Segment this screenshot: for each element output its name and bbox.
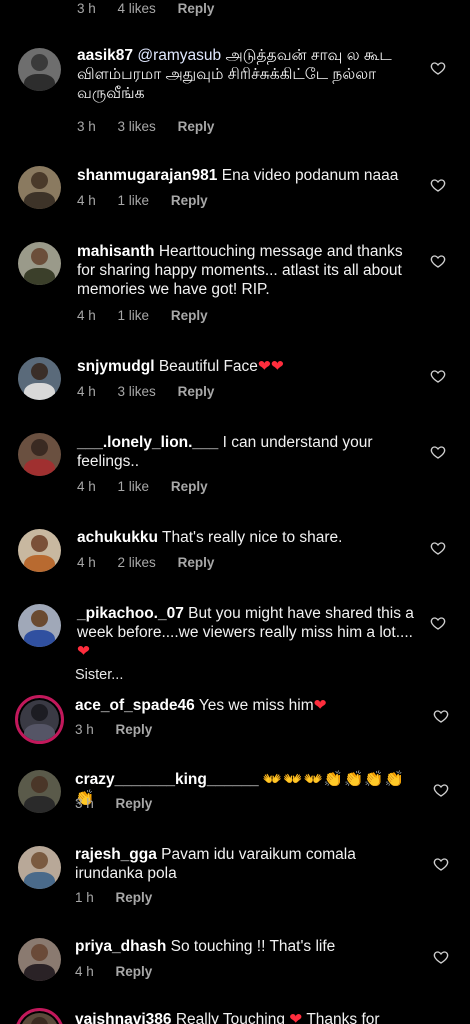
- see-more-translation[interactable]: Sister...: [75, 666, 420, 685]
- comment-time: 3 h: [77, 1, 96, 16]
- comment-likes[interactable]: 1 like: [118, 308, 150, 323]
- like-heart-icon[interactable]: [430, 615, 446, 631]
- like-heart-icon[interactable]: [433, 782, 449, 798]
- reply-button[interactable]: Reply: [116, 796, 153, 811]
- comment-time: 3 h: [75, 722, 94, 737]
- comment-meta: 4 h 2 likes Reply: [77, 555, 232, 570]
- comment-username[interactable]: ___.lonely_lion.___: [77, 434, 218, 451]
- comment-username[interactable]: shanmugarajan981: [77, 167, 217, 184]
- comment-text: achukukku That's really nice to share.: [77, 528, 422, 547]
- comment-meta: 4 h 1 like Reply: [77, 193, 226, 208]
- comment-text: _pikachoo._07 But you might have shared …: [77, 604, 422, 661]
- comment-time: 4 h: [77, 384, 96, 399]
- comment-likes[interactable]: 1 like: [118, 193, 150, 208]
- comment-body: That's really nice to share.: [162, 529, 343, 546]
- comment-meta: 4 h 1 like Reply: [77, 479, 226, 494]
- comment-body: So touching !! That's life: [170, 938, 336, 955]
- comment-body: Ena video podanum naaa: [221, 167, 399, 184]
- comment-meta: 3 h 3 likes Reply: [77, 119, 232, 134]
- reply-button[interactable]: Reply: [171, 479, 208, 494]
- reply-button[interactable]: Reply: [171, 308, 208, 323]
- comment-meta-top: 3 h 4 likes Reply: [77, 1, 232, 16]
- comment-meta: 3 h Reply: [75, 796, 170, 811]
- avatar[interactable]: [18, 357, 61, 400]
- comment-username[interactable]: priya_dhash: [75, 938, 166, 955]
- reply-button[interactable]: Reply: [178, 555, 215, 570]
- comment-username[interactable]: snjymudgl: [77, 358, 155, 375]
- comment-likes[interactable]: 3 likes: [118, 384, 156, 399]
- avatar[interactable]: [15, 695, 64, 744]
- avatar[interactable]: [15, 1008, 64, 1024]
- comment-text: ___.lonely_lion.___ I can understand you…: [77, 433, 422, 471]
- like-heart-icon[interactable]: [430, 253, 446, 269]
- comment-meta: 1 h Reply: [75, 890, 170, 905]
- like-heart-icon[interactable]: [430, 368, 446, 384]
- comment-meta: 4 h 1 like Reply: [77, 308, 226, 323]
- reply-button[interactable]: Reply: [116, 722, 153, 737]
- like-heart-icon[interactable]: [430, 177, 446, 193]
- reply-button[interactable]: Reply: [116, 964, 153, 979]
- avatar[interactable]: [18, 938, 61, 981]
- like-heart-icon[interactable]: [430, 60, 446, 76]
- comment-body-continued: Thanks for: [306, 1011, 380, 1024]
- avatar[interactable]: [18, 242, 61, 285]
- avatar[interactable]: [18, 770, 61, 813]
- comment-likes[interactable]: 3 likes: [118, 119, 156, 134]
- like-heart-icon[interactable]: [433, 708, 449, 724]
- avatar[interactable]: [18, 846, 61, 889]
- reply-button[interactable]: Reply: [178, 119, 215, 134]
- avatar[interactable]: [18, 529, 61, 572]
- comment-username[interactable]: aasik87: [77, 47, 133, 64]
- comment-body: Yes we miss him: [198, 697, 314, 714]
- comment-username[interactable]: achukukku: [77, 529, 158, 546]
- comment-username[interactable]: mahisanth: [77, 243, 155, 260]
- reply-button[interactable]: Reply: [171, 193, 208, 208]
- comment-text: priya_dhash So touching !! That's life: [75, 937, 420, 956]
- comment-body: Really Touching: [175, 1011, 285, 1024]
- comment-time: 4 h: [77, 479, 96, 494]
- reply-button[interactable]: Reply: [178, 384, 215, 399]
- comment-text: aasik87 @ramyasub அடுத்தவன் சாவு ல கூட வ…: [77, 46, 422, 103]
- like-heart-icon[interactable]: [430, 540, 446, 556]
- reply-button[interactable]: Reply: [116, 890, 153, 905]
- comment-likes[interactable]: 1 like: [118, 479, 150, 494]
- comment-meta: 3 h Reply: [75, 722, 170, 737]
- heart-emoji: ❤: [313, 697, 327, 714]
- reply-button[interactable]: Reply: [178, 1, 215, 16]
- comment-time: 4 h: [77, 555, 96, 570]
- comment-text: mahisanth Hearttouching message and than…: [77, 242, 422, 299]
- comment-time: 3 h: [77, 119, 96, 134]
- like-heart-icon[interactable]: [430, 444, 446, 460]
- avatar[interactable]: [18, 166, 61, 209]
- comment-username[interactable]: crazy_______king______: [75, 771, 259, 788]
- avatar[interactable]: [18, 48, 61, 91]
- comment-username[interactable]: rajesh_gga: [75, 846, 157, 863]
- comment-likes[interactable]: 2 likes: [118, 555, 156, 570]
- comment-time: 4 h: [77, 308, 96, 323]
- comment-username[interactable]: _pikachoo._07: [77, 605, 184, 622]
- heart-emoji: ❤❤: [257, 358, 284, 375]
- comment-likes[interactable]: 4 likes: [118, 1, 156, 16]
- avatar[interactable]: [18, 604, 61, 647]
- comment-meta: 4 h 3 likes Reply: [77, 384, 232, 399]
- comment-time: 1 h: [75, 890, 94, 905]
- comment-time: 4 h: [77, 193, 96, 208]
- avatar[interactable]: [18, 433, 61, 476]
- comment-text: rajesh_gga Pavam idu varaikum comala iru…: [75, 845, 420, 883]
- comment-mention[interactable]: @ramyasub: [137, 47, 221, 64]
- comment-username[interactable]: ace_of_spade46: [75, 697, 195, 714]
- comment-time: 4 h: [75, 964, 94, 979]
- like-heart-icon[interactable]: [433, 949, 449, 965]
- comment-time: 3 h: [75, 796, 94, 811]
- comment-text: ace_of_spade46 Yes we miss him❤: [75, 696, 420, 715]
- comment-text: snjymudgl Beautiful Face❤❤: [77, 357, 422, 376]
- like-heart-icon[interactable]: [433, 856, 449, 872]
- comment-text: shanmugarajan981 Ena video podanum naaa: [77, 166, 422, 185]
- comment-meta: 4 h Reply: [75, 964, 170, 979]
- heart-emoji: ❤: [289, 1011, 303, 1024]
- heart-emoji: ❤: [77, 643, 90, 660]
- comment-username[interactable]: vaishnavi386: [75, 1011, 172, 1024]
- comment-body: Beautiful Face: [158, 358, 258, 375]
- comment-text: vaishnavi386 Really Touching ❤ Thanks fo…: [75, 1010, 455, 1024]
